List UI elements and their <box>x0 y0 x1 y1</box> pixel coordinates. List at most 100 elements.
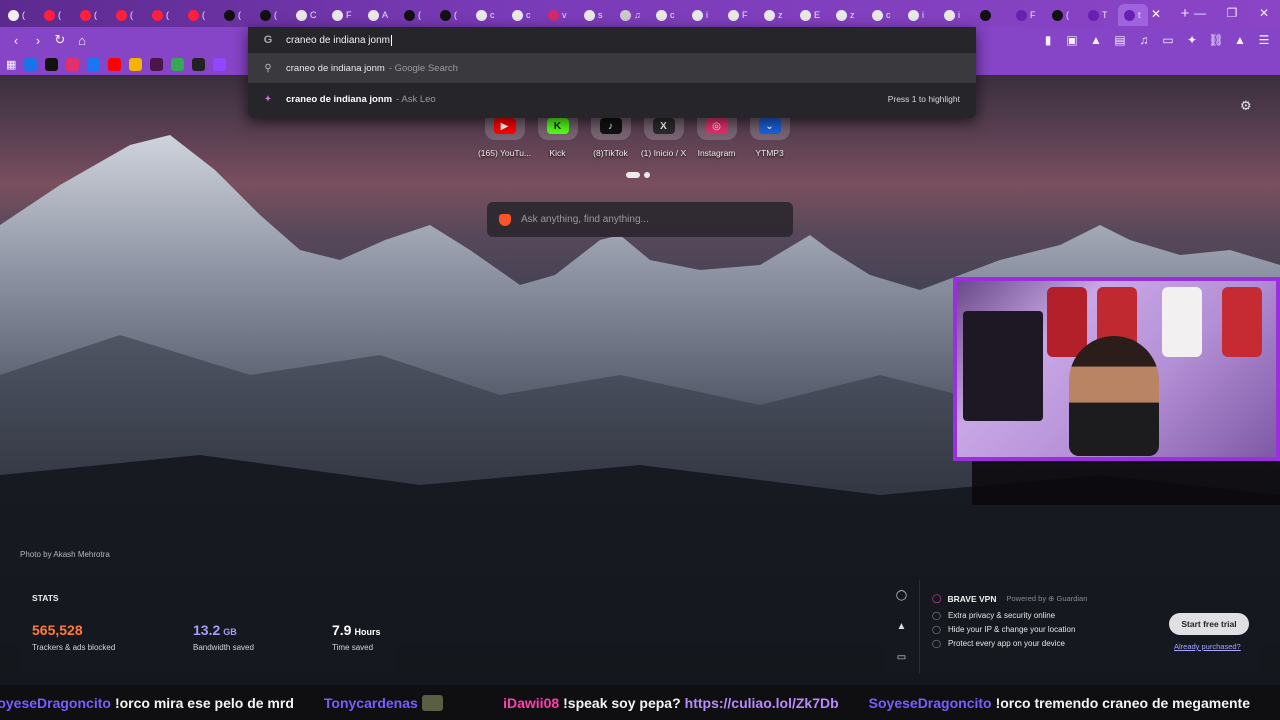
stat-label: Trackers & ads blocked <box>32 643 116 652</box>
chat-message: !orco tremendo craneo de megamente <box>995 694 1250 711</box>
suggestion-text: craneo de indiana jonm <box>286 93 393 105</box>
puzzle-icon[interactable]: ▲ <box>1086 30 1106 50</box>
browser-tab[interactable]: ( <box>2 4 38 26</box>
browser-tab[interactable]: v <box>542 4 578 26</box>
chat-username: iDawii08 <box>503 694 560 711</box>
menu-icon[interactable]: ☰ <box>1254 30 1274 50</box>
music-icon[interactable]: ♫ <box>1134 30 1154 50</box>
browser-tab[interactable]: c <box>470 4 506 26</box>
browser-tab[interactable]: s <box>578 4 614 26</box>
suggestion-ask-leo[interactable]: ✦ craneo de indiana jonm - Ask Leo Press… <box>248 84 976 114</box>
top-site-label: Instagram <box>697 148 736 158</box>
already-purchased-link[interactable]: Already purchased? <box>1174 642 1241 651</box>
leo-icon: ✦ <box>263 93 273 105</box>
tab-favicon-icon <box>332 9 343 21</box>
cards-tab-icon[interactable]: ▭ <box>897 652 906 663</box>
suggestion-google-search[interactable]: ⚲ craneo de indiana jonm - Google Search <box>248 53 976 83</box>
forward-icon[interactable]: › <box>28 30 48 50</box>
tab-favicon-icon <box>260 9 271 21</box>
leo-icon[interactable]: ✦ <box>1182 30 1202 50</box>
browser-tab[interactable] <box>974 4 1010 26</box>
chat-link[interactable]: https://culiao.lol/Zk7Db <box>685 695 839 711</box>
close-tab-icon[interactable]: ✕ <box>1148 7 1164 21</box>
bookmark-tiktok-icon[interactable] <box>45 57 59 71</box>
minimize-icon[interactable]: — <box>1184 0 1216 27</box>
bookmark-youtube-icon[interactable] <box>108 57 122 71</box>
tab-favicon-icon <box>224 9 235 21</box>
browser-tab[interactable]: F <box>1010 4 1046 26</box>
browser-tab[interactable]: F <box>722 4 758 26</box>
bookmark-drive-icon[interactable] <box>171 57 185 71</box>
tab-favicon-icon <box>152 9 163 21</box>
browser-tab[interactable]: c <box>866 4 902 26</box>
browser-tab[interactable]: c <box>506 4 542 26</box>
wallet-icon[interactable]: ▮ <box>1038 30 1058 50</box>
browser-tab[interactable]: E <box>794 4 830 26</box>
tab-title: ( <box>238 10 241 20</box>
bookmark-outlook-icon[interactable] <box>24 57 38 71</box>
start-free-trial-button[interactable]: Start free trial <box>1169 613 1249 635</box>
tab-title: t <box>1138 10 1141 20</box>
sidebar-icon[interactable]: ▤ <box>1110 30 1130 50</box>
browser-tab[interactable]: i <box>686 4 722 26</box>
search-icon: ⚲ <box>264 62 272 74</box>
browser-tab[interactable]: ( <box>434 4 470 26</box>
webcam-person <box>1069 336 1159 456</box>
browser-tab[interactable]: ( <box>1046 4 1082 26</box>
browser-tab[interactable]: A <box>362 4 398 26</box>
bookmark-notes-icon[interactable] <box>129 57 143 71</box>
rewards-icon[interactable]: ▲ <box>1230 30 1250 50</box>
chat-username: Tonycardenas <box>323 694 418 711</box>
address-bar[interactable]: G craneo de indiana jonm <box>248 27 976 53</box>
top-site-logo-icon: ⌄ <box>758 118 781 134</box>
browser-tab[interactable]: F <box>326 4 362 26</box>
browser-tab[interactable]: C <box>290 4 326 26</box>
page-dot[interactable] <box>644 172 650 178</box>
settings-gear-icon[interactable]: ⚙ <box>1240 98 1252 114</box>
photo-credit[interactable]: Photo by Akash Mehrotra <box>20 550 110 559</box>
browser-tab-active[interactable]: t <box>1118 4 1148 26</box>
close-window-icon[interactable]: ✕ <box>1248 0 1280 27</box>
tab-search-icon[interactable]: ▭ <box>1158 30 1178 50</box>
browser-tab[interactable]: ( <box>218 4 254 26</box>
tab-favicon-icon <box>548 9 559 21</box>
bookmark-facebook-icon[interactable] <box>87 57 101 71</box>
page-dot-active[interactable] <box>626 172 640 178</box>
top-sites-pagination <box>626 172 650 178</box>
maximize-icon[interactable]: ❐ <box>1216 0 1248 27</box>
browser-tab[interactable]: ( <box>254 4 290 26</box>
browser-tab[interactable]: z <box>758 4 794 26</box>
address-input-text[interactable]: craneo de indiana jonm <box>286 35 390 46</box>
search-input[interactable] <box>521 214 771 225</box>
bookmark-twitch-icon[interactable] <box>213 57 227 71</box>
browser-tab[interactable]: ( <box>182 4 218 26</box>
feature-text: Hide your IP & change your location <box>947 625 1076 634</box>
extension-icon[interactable]: ▣ <box>1062 30 1082 50</box>
browser-tab[interactable]: c <box>650 4 686 26</box>
home-icon[interactable]: ⌂ <box>72 30 92 50</box>
vpn-feature: ◯ Protect every app on your device <box>932 639 1075 648</box>
reload-icon[interactable]: ↻ <box>50 30 70 50</box>
browser-tab[interactable]: ( <box>110 4 146 26</box>
tab-title: c <box>886 10 891 20</box>
vpn-tab-icon[interactable]: ◯ <box>896 590 907 601</box>
browser-tab[interactable]: i <box>902 4 938 26</box>
tab-title: s <box>598 10 603 20</box>
browser-tab[interactable]: ( <box>146 4 182 26</box>
bookmark-slack-icon[interactable] <box>150 57 164 71</box>
apps-icon[interactable]: ▦ <box>6 58 16 71</box>
bookmark-x-icon[interactable] <box>192 57 206 71</box>
suggestion-suffix: - Ask Leo <box>396 93 436 105</box>
back-icon[interactable]: ‹ <box>6 30 26 50</box>
browser-tab[interactable]: ♫ <box>614 4 650 26</box>
browser-tab[interactable]: ( <box>398 4 434 26</box>
rewards-tab-icon[interactable]: ▲ <box>897 621 907 632</box>
stat-label: Time saved <box>332 643 374 652</box>
browser-tab[interactable]: i <box>938 4 974 26</box>
browser-tab[interactable]: z <box>830 4 866 26</box>
bookmark-instagram-icon[interactable] <box>66 57 80 71</box>
browser-tab[interactable]: T <box>1082 4 1118 26</box>
browser-tab[interactable]: ( <box>38 4 74 26</box>
shield-icon[interactable]: ⛓ <box>1206 30 1226 50</box>
browser-tab[interactable]: ( <box>74 4 110 26</box>
